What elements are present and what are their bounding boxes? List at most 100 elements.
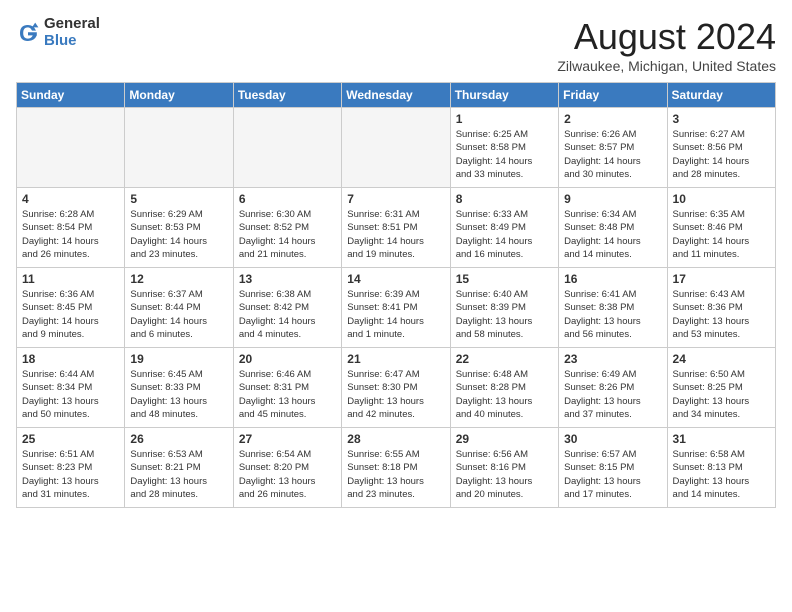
calendar-cell: 14 Sunrise: 6:39 AM Sunset: 8:41 PM Dayli… bbox=[342, 268, 450, 348]
logo-blue: Blue bbox=[44, 33, 100, 50]
calendar-cell: 20Sunrise: 6:46 AM Sunset: 8:31 PM Dayli… bbox=[233, 348, 341, 428]
column-header-wednesday: Wednesday bbox=[342, 83, 450, 108]
day-number: 6 bbox=[239, 192, 336, 206]
week-row-5: 25 Sunrise: 6:51 AM Sunset: 8:23 PM Dayli… bbox=[17, 428, 776, 508]
day-number: 30 bbox=[564, 432, 661, 446]
column-header-thursday: Thursday bbox=[450, 83, 558, 108]
calendar-cell: 29Sunrise: 6:56 AM Sunset: 8:16 PM Dayli… bbox=[450, 428, 558, 508]
day-info: Sunrise: 6:39 AM Sunset: 8:41 PM Dayligh… bbox=[347, 288, 444, 341]
day-number: 1 bbox=[456, 112, 553, 126]
day-info: Sunrise: 6:57 AM Sunset: 8:15 PM Dayligh… bbox=[564, 448, 661, 501]
calendar-cell: 8Sunrise: 6:33 AM Sunset: 8:49 PM Daylig… bbox=[450, 188, 558, 268]
calendar-header-row: SundayMondayTuesdayWednesdayThursdayFrid… bbox=[17, 83, 776, 108]
day-number: 3 bbox=[673, 112, 770, 126]
day-info: Sunrise: 6:48 AM Sunset: 8:28 PM Dayligh… bbox=[456, 368, 553, 421]
day-number: 10 bbox=[673, 192, 770, 206]
calendar-cell: 6 Sunrise: 6:30 AM Sunset: 8:52 PM Daylig… bbox=[233, 188, 341, 268]
day-info: Sunrise: 6:51 AM Sunset: 8:23 PM Dayligh… bbox=[22, 448, 119, 501]
calendar-cell: 27 Sunrise: 6:54 AM Sunset: 8:20 PM Dayli… bbox=[233, 428, 341, 508]
day-number: 8 bbox=[456, 192, 553, 206]
calendar-cell: 19 Sunrise: 6:45 AM Sunset: 8:33 PM Dayli… bbox=[125, 348, 233, 428]
calendar-cell: 23Sunrise: 6:49 AM Sunset: 8:26 PM Dayli… bbox=[559, 348, 667, 428]
week-row-3: 11Sunrise: 6:36 AM Sunset: 8:45 PM Dayli… bbox=[17, 268, 776, 348]
day-number: 21 bbox=[347, 352, 444, 366]
day-info: Sunrise: 6:34 AM Sunset: 8:48 PM Dayligh… bbox=[564, 208, 661, 261]
day-number: 25 bbox=[22, 432, 119, 446]
logo: General Blue bbox=[16, 16, 100, 49]
day-info: Sunrise: 6:50 AM Sunset: 8:25 PM Dayligh… bbox=[673, 368, 770, 421]
day-number: 28 bbox=[347, 432, 444, 446]
column-header-monday: Monday bbox=[125, 83, 233, 108]
day-info: Sunrise: 6:31 AM Sunset: 8:51 PM Dayligh… bbox=[347, 208, 444, 261]
day-info: Sunrise: 6:26 AM Sunset: 8:57 PM Dayligh… bbox=[564, 128, 661, 181]
day-number: 22 bbox=[456, 352, 553, 366]
calendar-cell bbox=[125, 108, 233, 188]
logo-general: General bbox=[44, 16, 100, 33]
day-info: Sunrise: 6:56 AM Sunset: 8:16 PM Dayligh… bbox=[456, 448, 553, 501]
day-number: 9 bbox=[564, 192, 661, 206]
logo-text: General Blue bbox=[44, 16, 100, 49]
calendar-cell bbox=[233, 108, 341, 188]
calendar-cell bbox=[342, 108, 450, 188]
calendar-cell: 18 Sunrise: 6:44 AM Sunset: 8:34 PM Dayli… bbox=[17, 348, 125, 428]
column-header-saturday: Saturday bbox=[667, 83, 775, 108]
column-header-friday: Friday bbox=[559, 83, 667, 108]
calendar-cell: 9 Sunrise: 6:34 AM Sunset: 8:48 PM Daylig… bbox=[559, 188, 667, 268]
calendar-cell: 26 Sunrise: 6:53 AM Sunset: 8:21 PM Dayli… bbox=[125, 428, 233, 508]
location-title: Zilwaukee, Michigan, United States bbox=[557, 58, 776, 74]
day-info: Sunrise: 6:38 AM Sunset: 8:42 PM Dayligh… bbox=[239, 288, 336, 341]
day-number: 26 bbox=[130, 432, 227, 446]
calendar-table: SundayMondayTuesdayWednesdayThursdayFrid… bbox=[16, 82, 776, 508]
calendar-cell: 5 Sunrise: 6:29 AM Sunset: 8:53 PM Daylig… bbox=[125, 188, 233, 268]
day-info: Sunrise: 6:40 AM Sunset: 8:39 PM Dayligh… bbox=[456, 288, 553, 341]
day-number: 5 bbox=[130, 192, 227, 206]
day-number: 4 bbox=[22, 192, 119, 206]
week-row-2: 4Sunrise: 6:28 AM Sunset: 8:54 PM Daylig… bbox=[17, 188, 776, 268]
day-number: 13 bbox=[239, 272, 336, 286]
day-info: Sunrise: 6:46 AM Sunset: 8:31 PM Dayligh… bbox=[239, 368, 336, 421]
day-info: Sunrise: 6:45 AM Sunset: 8:33 PM Dayligh… bbox=[130, 368, 227, 421]
calendar-cell: 24 Sunrise: 6:50 AM Sunset: 8:25 PM Dayli… bbox=[667, 348, 775, 428]
day-info: Sunrise: 6:53 AM Sunset: 8:21 PM Dayligh… bbox=[130, 448, 227, 501]
day-number: 31 bbox=[673, 432, 770, 446]
column-header-tuesday: Tuesday bbox=[233, 83, 341, 108]
calendar-cell: 17 Sunrise: 6:43 AM Sunset: 8:36 PM Dayli… bbox=[667, 268, 775, 348]
day-number: 27 bbox=[239, 432, 336, 446]
week-row-1: 1 Sunrise: 6:25 AM Sunset: 8:58 PM Daylig… bbox=[17, 108, 776, 188]
calendar-cell: 31 Sunrise: 6:58 AM Sunset: 8:13 PM Dayli… bbox=[667, 428, 775, 508]
day-number: 11 bbox=[22, 272, 119, 286]
day-info: Sunrise: 6:43 AM Sunset: 8:36 PM Dayligh… bbox=[673, 288, 770, 341]
day-number: 24 bbox=[673, 352, 770, 366]
calendar-cell: 2 Sunrise: 6:26 AM Sunset: 8:57 PM Daylig… bbox=[559, 108, 667, 188]
day-info: Sunrise: 6:30 AM Sunset: 8:52 PM Dayligh… bbox=[239, 208, 336, 261]
day-info: Sunrise: 6:54 AM Sunset: 8:20 PM Dayligh… bbox=[239, 448, 336, 501]
calendar-body: 1 Sunrise: 6:25 AM Sunset: 8:58 PM Daylig… bbox=[17, 108, 776, 508]
calendar-cell: 1 Sunrise: 6:25 AM Sunset: 8:58 PM Daylig… bbox=[450, 108, 558, 188]
day-number: 15 bbox=[456, 272, 553, 286]
day-info: Sunrise: 6:41 AM Sunset: 8:38 PM Dayligh… bbox=[564, 288, 661, 341]
day-info: Sunrise: 6:44 AM Sunset: 8:34 PM Dayligh… bbox=[22, 368, 119, 421]
day-info: Sunrise: 6:25 AM Sunset: 8:58 PM Dayligh… bbox=[456, 128, 553, 181]
day-info: Sunrise: 6:35 AM Sunset: 8:46 PM Dayligh… bbox=[673, 208, 770, 261]
calendar-cell: 22 Sunrise: 6:48 AM Sunset: 8:28 PM Dayli… bbox=[450, 348, 558, 428]
column-header-sunday: Sunday bbox=[17, 83, 125, 108]
calendar-cell: 4Sunrise: 6:28 AM Sunset: 8:54 PM Daylig… bbox=[17, 188, 125, 268]
calendar-cell: 25 Sunrise: 6:51 AM Sunset: 8:23 PM Dayli… bbox=[17, 428, 125, 508]
calendar-cell: 30 Sunrise: 6:57 AM Sunset: 8:15 PM Dayli… bbox=[559, 428, 667, 508]
day-info: Sunrise: 6:29 AM Sunset: 8:53 PM Dayligh… bbox=[130, 208, 227, 261]
day-number: 19 bbox=[130, 352, 227, 366]
day-number: 16 bbox=[564, 272, 661, 286]
day-info: Sunrise: 6:27 AM Sunset: 8:56 PM Dayligh… bbox=[673, 128, 770, 181]
day-number: 17 bbox=[673, 272, 770, 286]
day-number: 23 bbox=[564, 352, 661, 366]
day-info: Sunrise: 6:55 AM Sunset: 8:18 PM Dayligh… bbox=[347, 448, 444, 501]
day-number: 12 bbox=[130, 272, 227, 286]
calendar-cell: 21Sunrise: 6:47 AM Sunset: 8:30 PM Dayli… bbox=[342, 348, 450, 428]
day-number: 7 bbox=[347, 192, 444, 206]
day-number: 14 bbox=[347, 272, 444, 286]
day-info: Sunrise: 6:58 AM Sunset: 8:13 PM Dayligh… bbox=[673, 448, 770, 501]
calendar-cell: 16 Sunrise: 6:41 AM Sunset: 8:38 PM Dayli… bbox=[559, 268, 667, 348]
day-number: 18 bbox=[22, 352, 119, 366]
day-number: 2 bbox=[564, 112, 661, 126]
calendar-cell bbox=[17, 108, 125, 188]
